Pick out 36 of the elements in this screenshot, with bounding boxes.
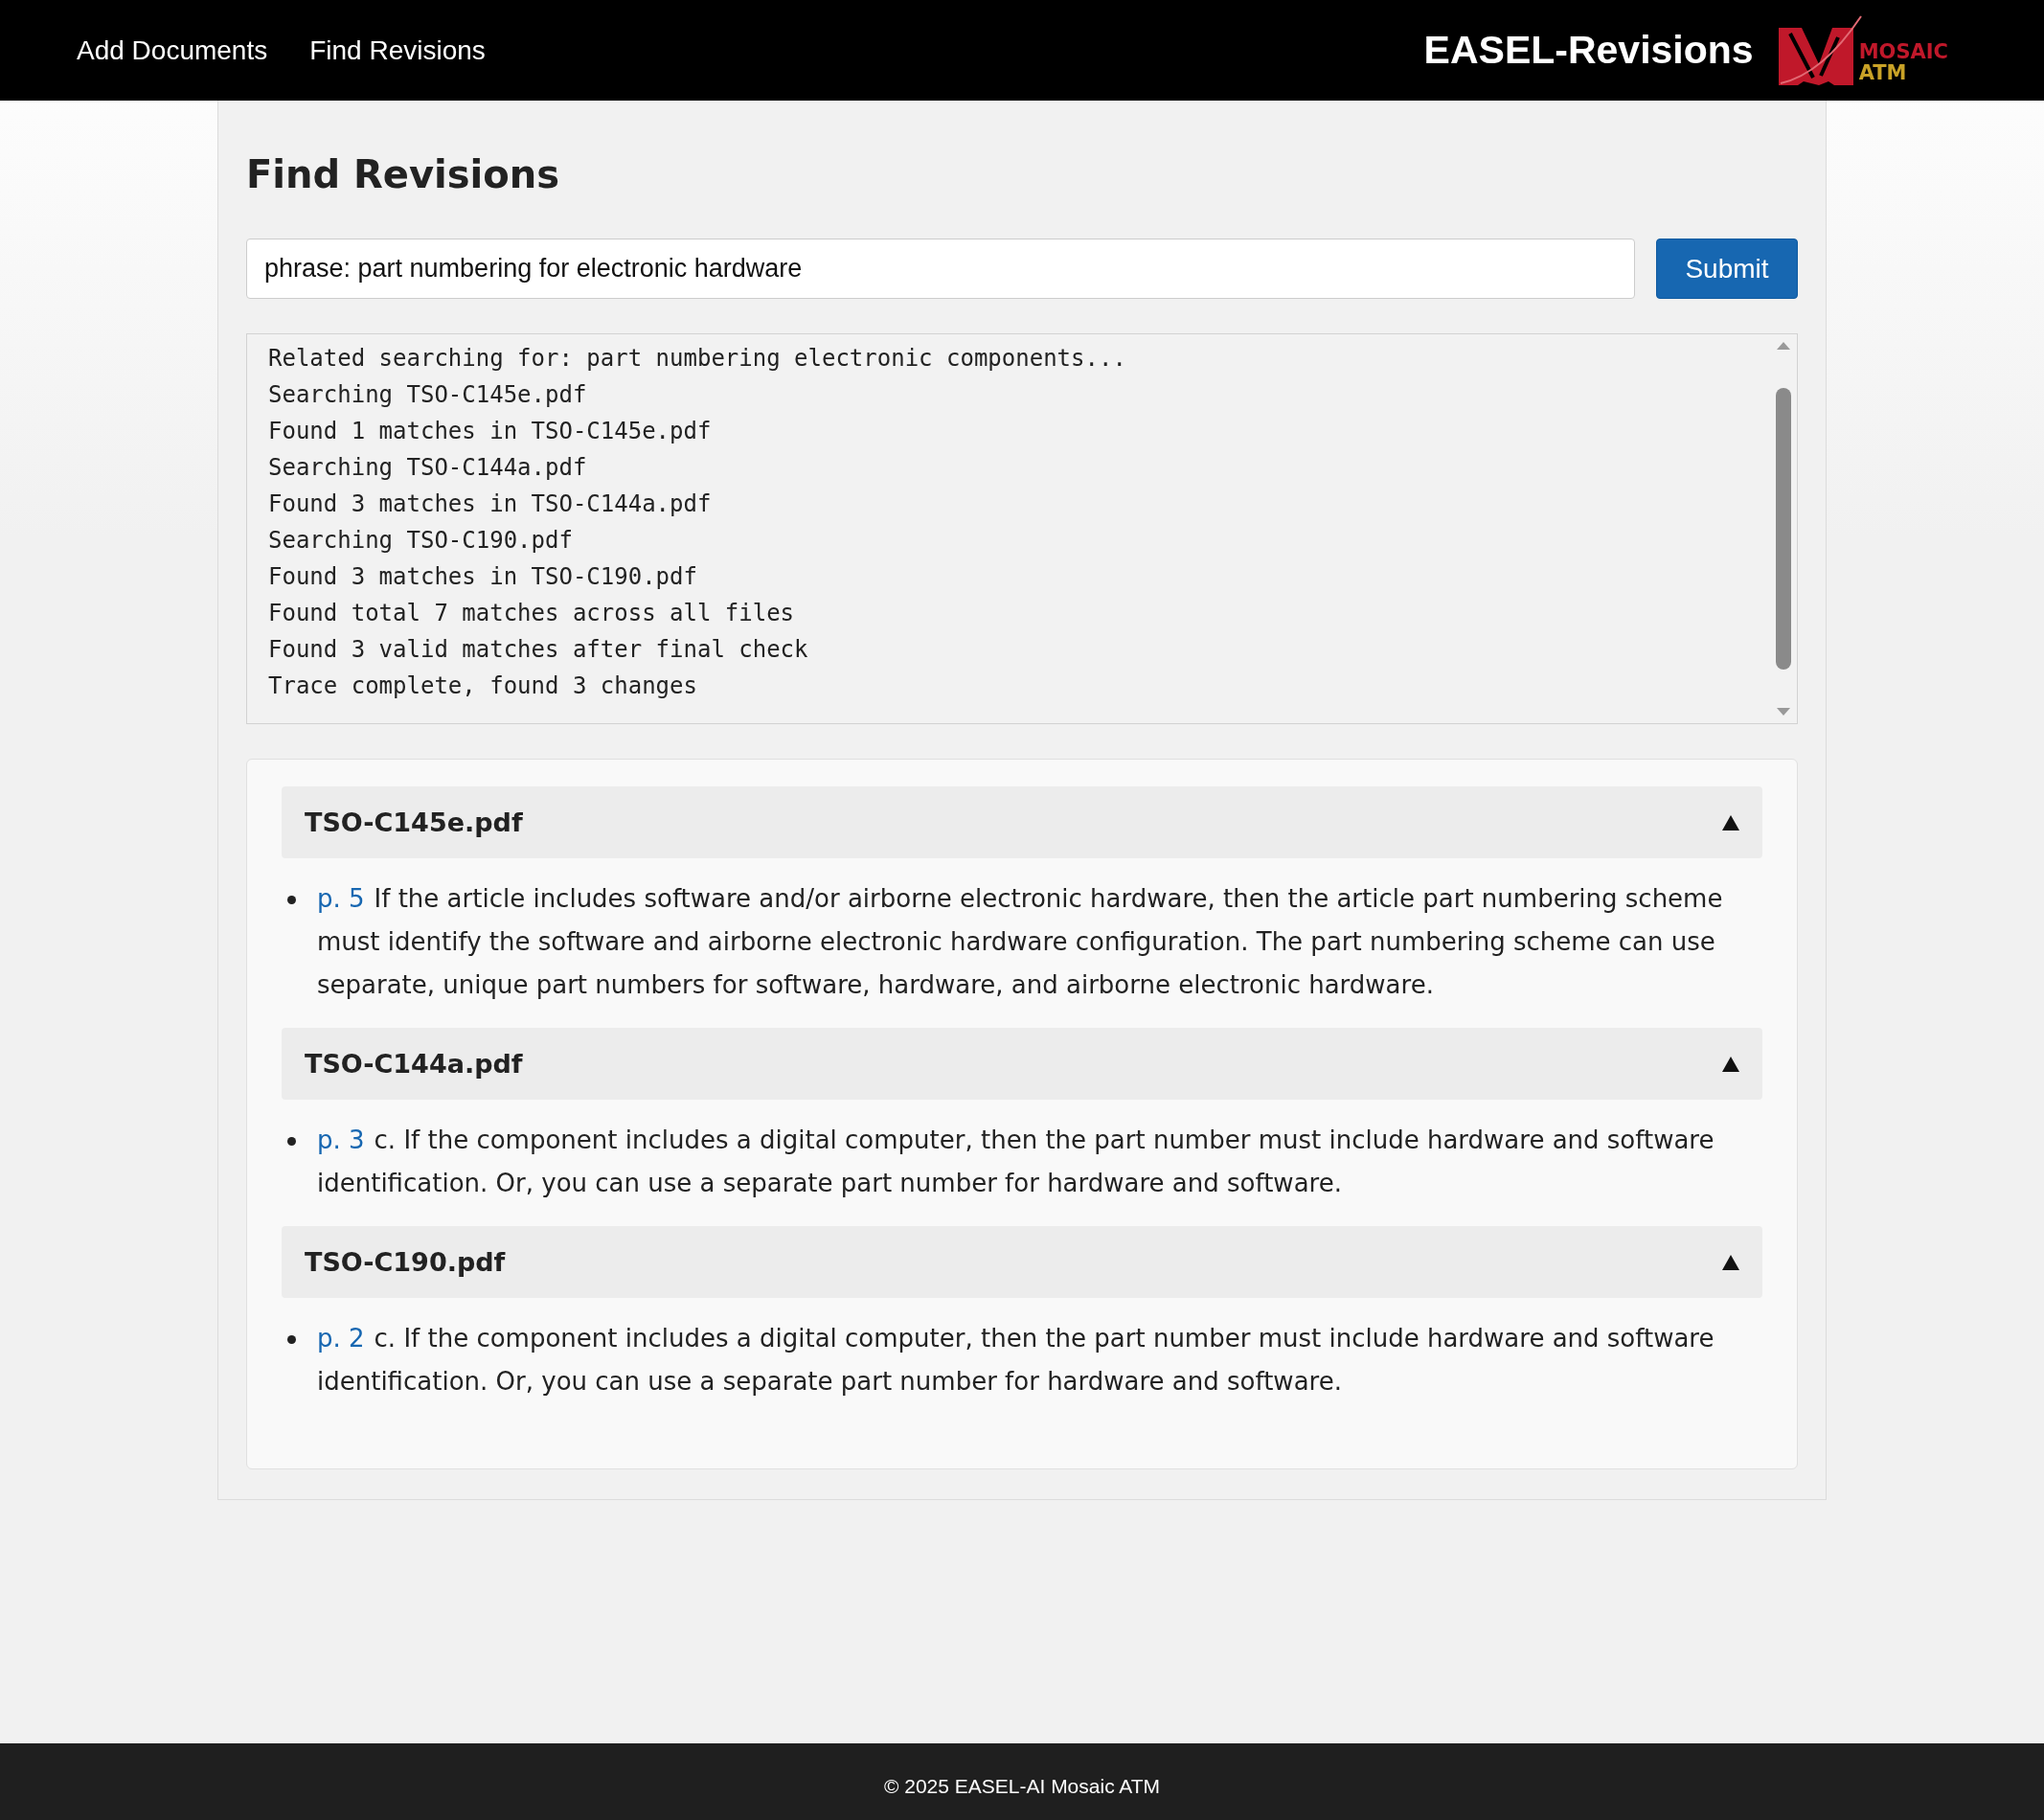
submit-button[interactable]: Submit xyxy=(1656,239,1798,299)
bullet-icon xyxy=(287,1137,296,1146)
collapse-icon[interactable] xyxy=(1722,814,1739,830)
accordion-header[interactable]: TSO-C145e.pdf xyxy=(282,786,1762,858)
bullet-icon xyxy=(287,1335,296,1344)
log-line: Searching TSO-C145e.pdf xyxy=(268,380,588,410)
log-line: Found total 7 matches across all files xyxy=(268,599,796,628)
nav-link[interactable]: Add Documents xyxy=(77,34,268,66)
footer-text: © 2025 EASEL-AI Mosaic ATM xyxy=(0,1743,2044,1820)
log-line: Found 1 matches in TSO-C145e.pdf xyxy=(268,417,713,446)
page-title: Find Revisions xyxy=(246,152,561,196)
accordion-header[interactable]: TSO-C144a.pdf xyxy=(282,1028,1762,1100)
page-link[interactable]: p. 3 xyxy=(317,1126,365,1154)
page-link[interactable]: p. 2 xyxy=(317,1324,365,1353)
collapse-icon[interactable] xyxy=(1722,1056,1739,1072)
log-line: Searching TSO-C190.pdf xyxy=(268,526,574,556)
log-line: Found 3 matches in TSO-C144a.pdf xyxy=(268,489,713,519)
scroll-up-icon[interactable] xyxy=(1777,342,1790,350)
logo-text: MOSAIC xyxy=(1858,40,1948,62)
result-text: p. 5 If the article includes software and/or airborne electronic hardware, then the article part numbering scheme must identify the software and airborne electronic hardware configuration. The part numbering scheme can use separate, unique part numbers for software, hardware, and airborne electronic hardware. xyxy=(317,883,1724,1001)
log-line: Found 3 valid matches after final check xyxy=(268,635,809,665)
log-line: Related searching for: part numbering electronic components... xyxy=(268,344,1127,374)
collapse-icon[interactable] xyxy=(1722,1254,1739,1270)
bullet-icon xyxy=(287,896,296,904)
accordion-header[interactable]: TSO-C190.pdf xyxy=(282,1226,1762,1298)
nav-link[interactable]: Find Revisions xyxy=(309,34,486,66)
scroll-down-icon[interactable] xyxy=(1777,708,1790,716)
logo-text: ATM xyxy=(1858,61,1908,83)
log-line: Trace complete, found 3 changes xyxy=(268,671,698,701)
log-line: Found 3 matches in TSO-C190.pdf xyxy=(268,562,698,592)
search-field[interactable]: phrase: part numbering for electronic hardware xyxy=(246,239,1635,299)
result-text: p. 2 c. If the component includes a digital computer, then the part number must include hardware and software identification. Or, you can use a separate part number for hardware and software. xyxy=(317,1323,1715,1398)
app-title: EASEL-Revisions xyxy=(1423,28,1754,73)
log-line: Searching TSO-C144a.pdf xyxy=(268,453,588,483)
result-text: p. 3 c. If the component includes a digital computer, then the part number must include hardware and software identification. Or, you can use a separate part number for hardware and software. xyxy=(317,1125,1715,1199)
page-link[interactable]: p. 5 xyxy=(317,884,365,913)
